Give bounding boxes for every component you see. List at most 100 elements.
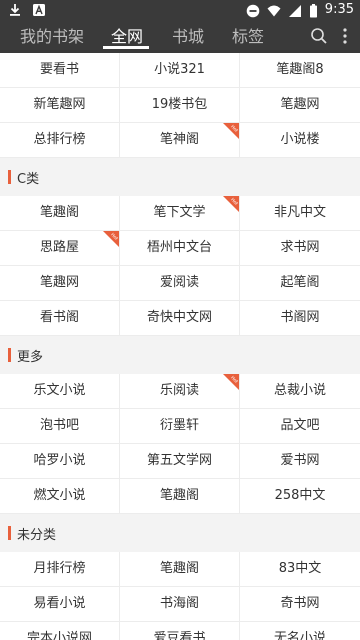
source-item[interactable]: 思路屋 Hot	[0, 231, 119, 265]
source-item-label: 书海阁	[159, 596, 199, 611]
section-grid: 乐文小说 乐阅读 Hot 总裁小说泡书吧 衍墨轩 品文吧哈罗小说 第五文学网 爱书网燃文小说 笔…	[0, 374, 360, 513]
signal-icon	[288, 3, 302, 17]
section-grid: 月排行榜 笔趣阁 83中文易看小说 书海阁 奇书网完本小说网 爱豆看书 无名小说	[0, 552, 360, 640]
source-item[interactable]: 书海阁	[120, 587, 239, 621]
source-item[interactable]: 爱书网	[240, 444, 360, 478]
source-item-label: 爱豆看书	[153, 631, 206, 640]
source-item[interactable]: 总排行榜	[0, 123, 119, 157]
source-item[interactable]: 小说楼	[240, 123, 360, 157]
more-vert-icon[interactable]	[335, 26, 355, 46]
source-item[interactable]: 新笔趣网	[0, 88, 119, 122]
source-item-label: 看书阁	[39, 310, 79, 325]
source-item[interactable]: 奇书网	[240, 587, 360, 621]
search-icon[interactable]	[309, 26, 329, 46]
source-item-label: 小说321	[154, 62, 205, 77]
source-item[interactable]: 83中文	[240, 552, 360, 586]
source-item[interactable]: 笔神阁 Hot	[120, 123, 239, 157]
download-icon	[8, 2, 22, 16]
source-item[interactable]: 哈罗小说	[0, 444, 119, 478]
source-item-label: 梧州中文台	[146, 240, 212, 255]
source-item-label: 奇快中文网	[146, 310, 212, 325]
source-item[interactable]: 258中文	[240, 479, 360, 513]
source-item[interactable]: 求书网	[240, 231, 360, 265]
app-a-icon	[32, 2, 46, 16]
section-grid: 笔趣阁 笔下文学 Hot 非凡中文 思路屋 Hot 梧州中文台 求书网 笔趣网 爱阅读 起笔阁 看书阁…	[0, 196, 360, 335]
source-item-label: 总裁小说	[273, 383, 326, 398]
source-item[interactable]: 月排行榜	[0, 552, 119, 586]
source-item[interactable]: 19楼书包	[120, 88, 239, 122]
source-item-label: 衍墨轩	[159, 418, 199, 433]
source-item[interactable]: 泡书吧	[0, 409, 119, 443]
hot-badge: Hot	[223, 374, 239, 390]
source-item-label: 笔下文学	[153, 205, 206, 220]
section-header: 更多	[0, 336, 360, 374]
source-item-label: 笔趣网	[280, 97, 320, 112]
source-item-label: 第五文学网	[146, 453, 212, 468]
source-item-label: 哈罗小说	[33, 453, 86, 468]
source-item-label: 83中文	[278, 561, 322, 576]
source-item[interactable]: 要看书	[0, 53, 119, 87]
top-source-grid: 要看书 小说321 笔趣阁8 新笔趣网 19楼书包 笔趣网总排行榜 笔神阁 Hot 小说楼	[0, 53, 360, 157]
top-bar: 我的书架 全网 书城 标签	[0, 20, 360, 53]
section-title: 更多	[17, 349, 44, 365]
tab-bookshelf[interactable]: 我的书架	[20, 26, 84, 48]
source-item[interactable]: 笔下文学 Hot	[120, 196, 239, 230]
source-item-label: 爱书网	[280, 453, 320, 468]
tab-tags[interactable]: 标签	[232, 26, 264, 48]
source-item[interactable]: 小说321	[120, 53, 239, 87]
source-item-label: 笔趣阁	[159, 561, 199, 576]
source-item[interactable]: 乐文小说	[0, 374, 119, 408]
source-item[interactable]: 第五文学网	[120, 444, 239, 478]
source-item[interactable]: 笔趣阁	[120, 552, 239, 586]
source-item[interactable]: 总裁小说	[240, 374, 360, 408]
section-accent-bar	[8, 526, 11, 540]
source-item[interactable]: 笔趣阁	[120, 479, 239, 513]
source-item[interactable]: 完本小说网	[0, 622, 119, 640]
source-item[interactable]: 书阁网	[240, 301, 360, 335]
source-item-label: 易看小说	[33, 596, 86, 611]
source-item-label: 品文吧	[280, 418, 320, 433]
active-tab-indicator	[103, 46, 149, 49]
source-item[interactable]: 笔趣阁	[0, 196, 119, 230]
source-item-label: 起笔阁	[280, 275, 320, 290]
hot-badge: Hot	[223, 196, 239, 212]
source-item-label: 新笔趣网	[33, 97, 86, 112]
source-item[interactable]: 无名小说	[240, 622, 360, 640]
source-item-label: 求书网	[280, 240, 320, 255]
tab-bookstore[interactable]: 书城	[172, 26, 204, 48]
source-item-label: 笔趣阁8	[276, 62, 324, 77]
source-item[interactable]: 奇快中文网	[120, 301, 239, 335]
source-item-label: 书阁网	[280, 310, 320, 325]
source-item-label: 无名小说	[273, 631, 326, 640]
source-item[interactable]: 笔趣阁8	[240, 53, 360, 87]
source-item[interactable]: 衍墨轩	[120, 409, 239, 443]
status-time: 9:35	[324, 2, 354, 17]
section-header: C类	[0, 158, 360, 196]
tab-all-web[interactable]: 全网	[111, 26, 143, 48]
source-item-label: 泡书吧	[39, 418, 79, 433]
section-header: 未分类	[0, 514, 360, 552]
source-item-label: 要看书	[39, 62, 79, 77]
source-item-label: 258中文	[274, 488, 326, 503]
hot-badge: Hot	[223, 123, 239, 139]
source-item-label: 燃文小说	[33, 488, 86, 503]
source-item[interactable]: 非凡中文	[240, 196, 360, 230]
source-item[interactable]: 梧州中文台	[120, 231, 239, 265]
source-item-label: 乐阅读	[159, 383, 199, 398]
source-item[interactable]: 品文吧	[240, 409, 360, 443]
source-item-label: 爱阅读	[159, 275, 199, 290]
source-item[interactable]: 笔趣网	[0, 266, 119, 300]
source-item[interactable]: 燃文小说	[0, 479, 119, 513]
source-item[interactable]: 乐阅读 Hot	[120, 374, 239, 408]
source-item[interactable]: 易看小说	[0, 587, 119, 621]
section-title: 未分类	[17, 527, 57, 543]
source-item[interactable]: 爱豆看书	[120, 622, 239, 640]
source-item-label: 笔神阁	[159, 132, 199, 147]
source-item[interactable]: 看书阁	[0, 301, 119, 335]
source-item[interactable]: 爱阅读	[120, 266, 239, 300]
source-item-label: 笔趣阁	[39, 205, 79, 220]
hot-badge: Hot	[103, 231, 119, 247]
source-item[interactable]: 笔趣网	[240, 88, 360, 122]
status-bar: 9:35	[0, 0, 360, 20]
source-item[interactable]: 起笔阁	[240, 266, 360, 300]
